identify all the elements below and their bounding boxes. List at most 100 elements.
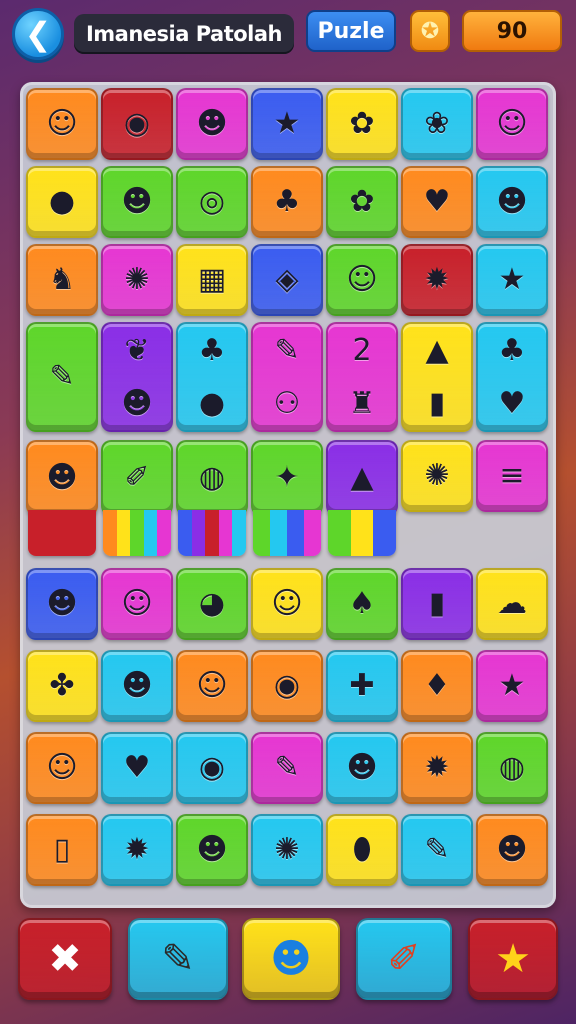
- tile[interactable]: ♣: [251, 166, 323, 238]
- marker-and-cart-icon: ✎: [274, 332, 300, 368]
- tile[interactable]: ☺: [251, 568, 323, 640]
- stripe-segment: [28, 510, 62, 556]
- tile[interactable]: ✿: [326, 166, 398, 238]
- tile[interactable]: ☺: [176, 650, 248, 722]
- tile[interactable]: ▮: [401, 568, 473, 640]
- tile[interactable]: ☺: [476, 88, 548, 160]
- tile[interactable]: ☺: [326, 244, 398, 316]
- puzzle-board: ☺ ◉ ☻ ★ ✿ ❀ ☺ ● ☻ ◎ ♣ ✿ ♥ ☻ ♞ ✺ ▦ ◈ ☺ ✹ ★ ✎ ❦ ☻ ♣ ● ✎ ⚇ 2 ♜ ▲ ▮ ♣ ♥ ☻ ✐ ◍ ✦ ▲ ✺…: [20, 82, 556, 908]
- tile[interactable]: ♣ ●: [176, 322, 248, 432]
- carrot-icon: ✐: [387, 936, 421, 982]
- tile[interactable]: ✿: [326, 88, 398, 160]
- tile[interactable]: ✺: [401, 440, 473, 512]
- stripe-segment: [205, 510, 219, 556]
- blue-gear-icon: ✹: [124, 832, 150, 867]
- bell-and-door-icon-secondary: ▮: [428, 385, 446, 421]
- green-drop-icon: ♦: [423, 668, 451, 703]
- tile[interactable]: ☻: [326, 732, 398, 804]
- tile[interactable]: ❀: [401, 88, 473, 160]
- tile[interactable]: ✚: [326, 650, 398, 722]
- tile[interactable]: ☻: [26, 440, 98, 516]
- club-and-heart-icon: ♣: [498, 332, 526, 368]
- stripe-segment: [103, 510, 117, 556]
- mode-button[interactable]: Puzle: [306, 10, 396, 52]
- tile[interactable]: ✎ ⚇: [251, 322, 323, 432]
- green-bear-icon: ☻: [196, 832, 228, 867]
- tile[interactable]: ⬮: [326, 814, 398, 886]
- tile[interactable]: ☻: [476, 814, 548, 886]
- orange-blob-icon: ✺: [424, 458, 450, 493]
- tile[interactable]: ♥: [401, 166, 473, 238]
- tile[interactable]: ♞: [26, 244, 98, 316]
- stripe-segment: [270, 510, 287, 556]
- tile[interactable]: ✹: [401, 244, 473, 316]
- settings-badge-button[interactable]: ✪: [410, 10, 450, 52]
- tile[interactable]: ★: [251, 88, 323, 160]
- blue-popsicle-small-icon: ▯: [53, 832, 71, 867]
- tile[interactable]: ♠: [326, 568, 398, 640]
- arrow-left-icon: ❮: [24, 15, 52, 53]
- tile[interactable]: ★: [476, 244, 548, 316]
- tile[interactable]: ◈: [251, 244, 323, 316]
- tile[interactable]: ✎: [26, 322, 98, 432]
- stripe-segment: [130, 510, 144, 556]
- tile[interactable]: ✎: [251, 732, 323, 804]
- tile[interactable]: ♦: [401, 650, 473, 722]
- cat-girl-icon: ☺: [346, 262, 378, 297]
- tile[interactable]: ☻: [176, 814, 248, 886]
- tile[interactable]: ◍: [476, 732, 548, 804]
- tile[interactable]: ◎: [176, 166, 248, 238]
- tile[interactable]: ●: [26, 166, 98, 238]
- tile[interactable]: ☻: [26, 568, 98, 640]
- tile[interactable]: ≡: [476, 440, 548, 512]
- pinwheel-icon: ✤: [49, 668, 75, 703]
- tile[interactable]: ✹: [401, 732, 473, 804]
- tile[interactable]: ★: [476, 650, 548, 722]
- tile[interactable]: ✺: [101, 244, 173, 316]
- pink-pony-icon: ♞: [48, 262, 76, 297]
- tile[interactable]: ▲ ▮: [401, 322, 473, 432]
- blue-popsicle-icon: ▮: [428, 586, 446, 621]
- tile[interactable]: ◉: [251, 650, 323, 722]
- tile[interactable]: ☻: [476, 166, 548, 238]
- stripe-segment: [218, 510, 233, 556]
- flashlight-icon: ✐: [124, 460, 150, 495]
- tile[interactable]: ▯: [26, 814, 98, 886]
- orange-smile-icon: ☺: [271, 586, 303, 621]
- tile[interactable]: ☻: [176, 88, 248, 160]
- back-button[interactable]: ❮: [12, 8, 64, 60]
- tile[interactable]: ✤: [26, 650, 98, 722]
- tile[interactable]: ◉: [101, 88, 173, 160]
- tile[interactable]: ◍: [176, 440, 248, 516]
- gear-badge-icon: ✪: [420, 18, 440, 44]
- cowboy-face-icon: ☺: [46, 106, 78, 141]
- tile[interactable]: ☻: [101, 650, 173, 722]
- tile[interactable]: ◉: [176, 732, 248, 804]
- cancel-button[interactable]: ✖: [18, 918, 112, 1000]
- tile[interactable]: ✹: [101, 814, 173, 886]
- tile[interactable]: ✦: [251, 440, 323, 516]
- tile[interactable]: ❦ ☻: [101, 322, 173, 432]
- tile[interactable]: ✎: [401, 814, 473, 886]
- pink-virus-icon: ✺: [274, 832, 300, 867]
- tile[interactable]: ☺: [101, 568, 173, 640]
- star-button[interactable]: ★: [468, 918, 558, 1000]
- blob-button[interactable]: ☻: [242, 918, 340, 1000]
- tile[interactable]: 2 ♜: [326, 322, 398, 432]
- tile[interactable]: ▲: [326, 440, 398, 516]
- tile[interactable]: ☺: [26, 88, 98, 160]
- tile[interactable]: ☺: [26, 732, 98, 804]
- tile[interactable]: ♣ ♥: [476, 322, 548, 432]
- tile[interactable]: ♥: [101, 732, 173, 804]
- tile[interactable]: ✐: [101, 440, 173, 516]
- carrot-button[interactable]: ✐: [356, 918, 452, 1000]
- tile[interactable]: ◕: [176, 568, 248, 640]
- leaf-and-ball-icon-secondary: ●: [198, 385, 226, 421]
- tile[interactable]: ☻: [101, 166, 173, 238]
- tile[interactable]: ✺: [251, 814, 323, 886]
- tile[interactable]: ▦: [176, 244, 248, 316]
- tile-stripe: [103, 510, 171, 556]
- club-and-heart-icon-secondary: ♥: [498, 385, 526, 421]
- tile[interactable]: ☁: [476, 568, 548, 640]
- crayon-button[interactable]: ✎: [128, 918, 228, 1000]
